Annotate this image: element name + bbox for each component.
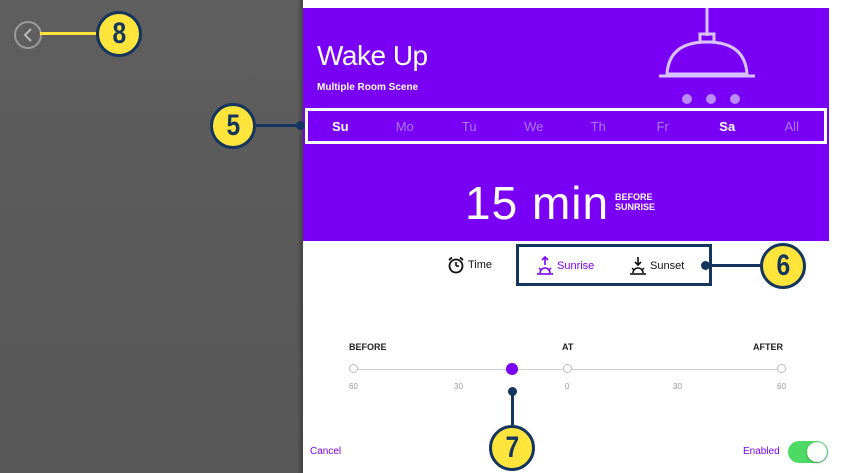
offset-value: 15 min xyxy=(465,177,610,229)
callout-number: 8 xyxy=(112,17,126,50)
tick-label: 0 xyxy=(565,382,570,391)
day-selector: Su Mo Tu We Th Fr Sa All xyxy=(305,108,827,144)
page-dot[interactable] xyxy=(682,94,692,104)
chevron-left-icon xyxy=(23,28,32,42)
slider-label-before: BEFORE xyxy=(349,342,387,352)
cancel-button[interactable]: Cancel xyxy=(310,446,341,457)
page-indicator[interactable] xyxy=(682,94,740,104)
callout-highlight-box-modes xyxy=(516,244,712,286)
offset-relation: BEFORE SUNRISE xyxy=(615,192,675,212)
tick-label: 30 xyxy=(673,382,682,391)
scene-editor-panel: Wake Up Multiple Room Scene Su Mo Tu We … xyxy=(303,8,829,473)
slider-tick[interactable] xyxy=(777,364,786,373)
slider-tick[interactable] xyxy=(563,364,572,373)
day-saturday[interactable]: Sa xyxy=(695,119,760,134)
offset-slider-thumb[interactable] xyxy=(506,363,518,375)
callout-leader-7 xyxy=(511,391,514,426)
enabled-label: Enabled xyxy=(743,446,780,457)
alarm-clock-icon xyxy=(448,256,464,274)
enabled-toggle[interactable] xyxy=(788,441,828,463)
offset-relation-line2: SUNRISE xyxy=(615,202,656,212)
callout-5: 5 xyxy=(210,103,256,149)
mode-time[interactable]: Time xyxy=(447,256,492,274)
callout-leader-5 xyxy=(256,124,301,127)
callout-leader-8 xyxy=(40,32,96,35)
day-wednesday[interactable]: We xyxy=(502,119,567,134)
slider-label-at: AT xyxy=(562,342,574,352)
scene-title: Wake Up xyxy=(317,40,428,71)
ceiling-lamp-icon xyxy=(659,8,755,78)
callout-number: 6 xyxy=(776,249,790,282)
callout-8: 8 xyxy=(96,11,142,57)
page-dot[interactable] xyxy=(730,94,740,104)
day-sunday[interactable]: Su xyxy=(308,119,373,134)
toggle-knob xyxy=(807,442,827,462)
day-tuesday[interactable]: Tu xyxy=(437,119,502,134)
day-monday[interactable]: Mo xyxy=(373,119,438,134)
callout-anchor-5 xyxy=(296,121,305,130)
mode-time-label: Time xyxy=(468,259,493,271)
offset-relation-line1: BEFORE xyxy=(615,192,653,202)
dimmed-background xyxy=(0,0,303,473)
slider-tick[interactable] xyxy=(349,364,358,373)
slider-label-after: AFTER xyxy=(753,342,783,352)
scene-subtitle: Multiple Room Scene xyxy=(317,82,419,93)
page-dot[interactable] xyxy=(706,94,716,104)
callout-6: 6 xyxy=(760,243,806,289)
callout-7: 7 xyxy=(489,425,535,471)
day-thursday[interactable]: Th xyxy=(566,119,631,134)
tick-label: 60 xyxy=(777,382,786,391)
tick-label: 60 xyxy=(349,382,358,391)
day-friday[interactable]: Fr xyxy=(631,119,696,134)
callout-number: 5 xyxy=(226,109,240,142)
callout-leader-6 xyxy=(706,264,760,267)
scene-header: Wake Up Multiple Room Scene Su Mo Tu We … xyxy=(303,8,829,241)
tick-label: 30 xyxy=(454,382,463,391)
callout-number: 7 xyxy=(505,431,519,464)
back-button[interactable] xyxy=(14,21,42,49)
day-all[interactable]: All xyxy=(760,119,825,134)
